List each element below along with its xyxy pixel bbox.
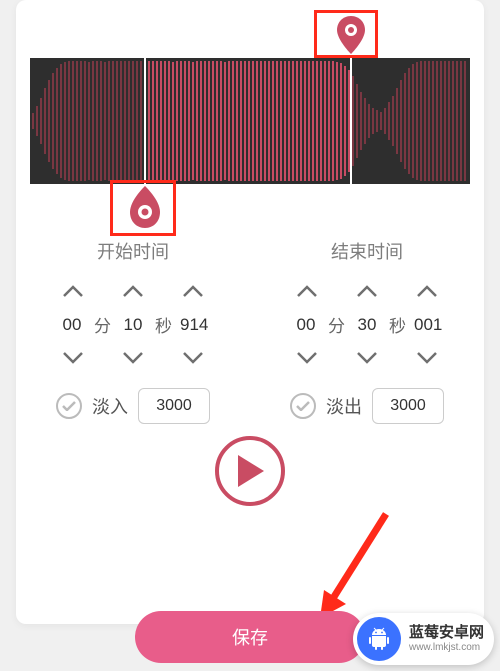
watermark-title: 蓝莓安卓网 [409, 625, 484, 642]
chevron-down-icon[interactable] [122, 351, 144, 365]
fade-in-input[interactable]: 3000 [138, 388, 210, 424]
start-ms-value: 914 [180, 315, 208, 335]
min-unit: 分 [94, 312, 111, 337]
end-time-column: 结束时间 00 分 30 秒 001 [250, 238, 484, 371]
chevron-up-icon[interactable] [296, 284, 318, 298]
fade-out-group: 淡出 3000 [290, 388, 444, 424]
fade-out-checkbox[interactable] [290, 393, 316, 419]
start-min-value: 00 [58, 315, 86, 335]
end-min-value: 00 [292, 315, 320, 335]
chevron-down-icon[interactable] [62, 351, 84, 365]
watermark-badge: 蓝莓安卓网 www.lmkjst.com [353, 613, 494, 665]
start-time-column: 开始时间 00 分 10 秒 914 [16, 238, 250, 371]
play-button[interactable] [215, 436, 285, 506]
start-marker-pin[interactable] [126, 184, 164, 230]
sec-unit: 秒 [155, 312, 172, 337]
editor-card: 开始时间 00 分 10 秒 914 结束时间 [16, 0, 484, 624]
end-sec-value: 30 [353, 315, 381, 335]
fade-in-checkbox[interactable] [56, 393, 82, 419]
min-unit: 分 [328, 312, 345, 337]
chevron-up-icon[interactable] [182, 284, 204, 298]
sec-unit: 秒 [389, 312, 406, 337]
android-icon [357, 617, 401, 661]
waveform-track[interactable] [30, 58, 470, 184]
chevron-up-icon[interactable] [62, 284, 84, 298]
selection-start-line [144, 58, 146, 184]
fade-in-group: 淡入 3000 [56, 388, 210, 424]
chevron-up-icon[interactable] [416, 284, 438, 298]
time-controls: 开始时间 00 分 10 秒 914 结束时间 [16, 238, 484, 371]
chevron-down-icon[interactable] [182, 351, 204, 365]
fade-in-label: 淡入 [92, 393, 128, 419]
watermark-url: www.lmkjst.com [409, 642, 484, 653]
fade-controls: 淡入 3000 淡出 3000 [16, 388, 484, 424]
selection-end-line [350, 58, 352, 184]
end-ms-value: 001 [414, 315, 442, 335]
fade-out-input[interactable]: 3000 [372, 388, 444, 424]
waveform-svg [30, 58, 470, 184]
save-button[interactable]: 保存 [135, 611, 365, 663]
chevron-up-icon[interactable] [122, 284, 144, 298]
chevron-up-icon[interactable] [356, 284, 378, 298]
play-icon [236, 455, 264, 487]
chevron-down-icon[interactable] [416, 351, 438, 365]
start-time-title: 开始时间 [97, 238, 169, 264]
chevron-down-icon[interactable] [296, 351, 318, 365]
fade-out-label: 淡出 [326, 393, 362, 419]
start-sec-value: 10 [119, 315, 147, 335]
chevron-down-icon[interactable] [356, 351, 378, 365]
end-time-title: 结束时间 [331, 238, 403, 264]
end-marker-pin[interactable] [334, 14, 368, 56]
annotation-arrow [316, 508, 396, 618]
